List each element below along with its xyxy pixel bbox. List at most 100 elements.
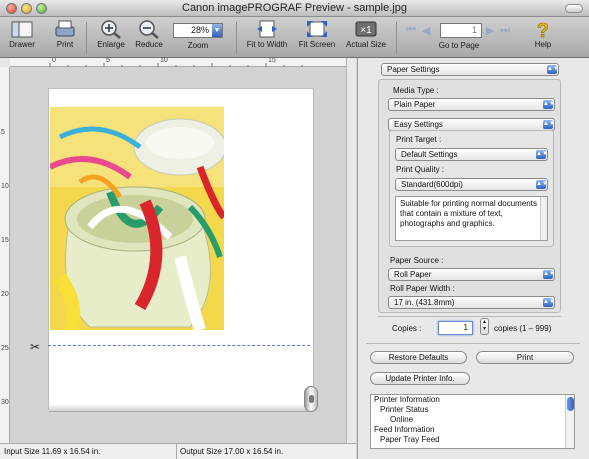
fit-screen-icon xyxy=(307,21,327,37)
next-page-icon[interactable]: ▶ xyxy=(486,24,494,37)
ruler-corner xyxy=(0,58,10,67)
toolbar-divider xyxy=(236,22,237,54)
copies-label: Copies : xyxy=(392,324,422,333)
scissors-icon: ✂ xyxy=(30,340,41,354)
zoom-control: 28% ▼ Zoom xyxy=(170,19,226,50)
list-item: Printer Information xyxy=(374,395,440,404)
enlarge-button[interactable]: Enlarge xyxy=(94,19,128,49)
paper-roll-icon xyxy=(304,386,318,412)
help-button[interactable]: ? Help xyxy=(528,19,558,49)
updown-arrows-icon: ▲▼ xyxy=(547,65,559,74)
preview-area: 0 5 10 15 5 10 15 20 25 30 ✂ xyxy=(0,58,356,443)
ruler-label: 0 xyxy=(52,58,56,64)
toolbar-divider xyxy=(86,22,87,54)
zoom-in-icon xyxy=(101,20,121,39)
printer-info-scrollbar[interactable] xyxy=(565,395,574,448)
print-target-select[interactable]: Default Settings ▲▼ xyxy=(395,148,548,161)
actual-size-icon: ×1 xyxy=(355,21,377,37)
updown-arrows-icon: ▲▼ xyxy=(536,150,548,159)
print-button[interactable]: Print xyxy=(476,351,574,364)
actual-size-icon-text: ×1 xyxy=(360,25,372,36)
enlarge-label: Enlarge xyxy=(97,40,125,49)
first-page-icon[interactable]: ⏮ xyxy=(406,24,416,37)
ruler-label: 10 xyxy=(1,183,9,190)
print-toolbar-button[interactable]: Print xyxy=(50,19,80,49)
media-type-select[interactable]: Plain Paper ▲▼ xyxy=(388,98,555,111)
copies-input[interactable]: 1 xyxy=(438,321,473,335)
actual-size-button[interactable]: ×1 Actual Size xyxy=(342,19,390,49)
preview-scrollbar[interactable] xyxy=(346,58,356,443)
updown-arrows-icon: ▲▼ xyxy=(543,270,555,279)
drawer-icon xyxy=(11,21,33,38)
zoom-value: 28% xyxy=(190,25,209,35)
description-scrollbar[interactable] xyxy=(540,197,547,240)
paper-source-label: Paper Source : xyxy=(390,256,444,265)
output-size-status: Output Size 17.00 x 16.54 in. xyxy=(180,447,284,456)
updown-arrows-icon: ▲▼ xyxy=(543,100,555,109)
print-quality-label: Print Quality : xyxy=(396,165,445,174)
ruler-label: 15 xyxy=(268,58,276,64)
paper-source-value: Roll Paper xyxy=(394,270,432,279)
print-target-label: Print Target : xyxy=(396,135,442,144)
paper-roll-edge xyxy=(49,404,313,412)
print-label: Print xyxy=(56,40,74,49)
media-type-label: Media Type : xyxy=(393,86,439,95)
settings-mode-value: Easy Settings xyxy=(394,120,443,129)
print-target-value: Default Settings xyxy=(401,150,458,159)
page-navigation: ⏮ ◀ 1 ▶ ⏭ Go to Page xyxy=(404,19,514,50)
list-item: Printer Status xyxy=(380,405,429,414)
ruler-label: 30 xyxy=(1,399,9,406)
roll-paper-width-value: 17 in. (431.8mm) xyxy=(394,298,455,307)
reduce-button[interactable]: Reduce xyxy=(132,19,166,49)
zoom-select[interactable]: 28% ▼ xyxy=(173,23,223,38)
sample-photo xyxy=(50,107,224,330)
drawer-button[interactable]: Drawer xyxy=(6,19,38,49)
fit-to-width-label: Fit to Width xyxy=(246,40,288,49)
updown-arrows-icon: ▲▼ xyxy=(543,298,555,307)
ruler-label: 20 xyxy=(1,291,9,298)
print-quality-value: Standard(600dpi) xyxy=(401,180,463,189)
fit-width-icon xyxy=(257,20,277,38)
toolbar: Drawer Print Enlarge Reduce 28% ▼ Zoom F… xyxy=(0,17,589,58)
ruler-label: 5 xyxy=(106,58,110,64)
fit-screen-label: Fit Screen xyxy=(298,40,336,49)
fit-to-width-button[interactable]: Fit to Width xyxy=(241,19,293,49)
list-item: Online xyxy=(390,415,414,424)
roll-paper-width-label: Roll Paper Width : xyxy=(390,284,455,293)
chevron-down-icon: ▼ xyxy=(212,24,222,37)
reduce-label: Reduce xyxy=(135,40,163,49)
printer-info-list: Printer Information Printer Status Onlin… xyxy=(370,394,575,449)
divider xyxy=(366,343,580,344)
ruler-label: 25 xyxy=(1,345,9,352)
zoom-label: Zoom xyxy=(187,41,209,50)
settings-section-select[interactable]: Paper Settings ▲▼ xyxy=(381,63,559,76)
last-page-icon[interactable]: ⏭ xyxy=(500,24,510,37)
previous-page-icon[interactable]: ◀ xyxy=(422,24,430,37)
ruler-label: 5 xyxy=(1,129,5,136)
page-number-input[interactable]: 1 xyxy=(440,23,482,38)
paper-source-select[interactable]: Roll Paper ▲▼ xyxy=(388,268,555,281)
copies-range-label: copies (1 – 999) xyxy=(494,324,552,333)
fit-screen-button[interactable]: Fit Screen xyxy=(295,19,339,49)
input-size-status: Input Size 11.69 x 16.54 in. xyxy=(4,447,101,456)
go-to-page-label: Go to Page xyxy=(438,41,480,50)
list-item: Paper Tray Feed xyxy=(380,435,440,444)
horizontal-ruler-ticks xyxy=(49,63,303,67)
vertical-ruler: 5 10 15 20 25 30 xyxy=(0,67,10,443)
update-printer-info-button[interactable]: Update Printer Info. xyxy=(370,372,470,385)
print-quality-description: Suitable for printing normal documents t… xyxy=(395,196,548,241)
actual-size-label: Actual Size xyxy=(345,40,387,49)
ruler-label: 10 xyxy=(160,58,168,64)
print-quality-select[interactable]: Standard(600dpi) ▲▼ xyxy=(395,178,548,191)
drawer-label: Drawer xyxy=(9,40,35,49)
restore-defaults-button[interactable]: Restore Defaults xyxy=(370,351,467,364)
settings-section-value: Paper Settings xyxy=(387,65,440,74)
toolbar-toggle-button[interactable] xyxy=(565,4,583,13)
scroll-thumb[interactable] xyxy=(567,397,574,411)
copies-stepper[interactable]: ▲ ▼ xyxy=(480,318,489,335)
help-icon-text: ? xyxy=(537,20,549,39)
toolbar-divider xyxy=(396,22,397,54)
roll-paper-width-select[interactable]: 17 in. (431.8mm) ▲▼ xyxy=(388,296,555,309)
media-type-value: Plain Paper xyxy=(394,100,436,109)
divider xyxy=(378,316,561,317)
